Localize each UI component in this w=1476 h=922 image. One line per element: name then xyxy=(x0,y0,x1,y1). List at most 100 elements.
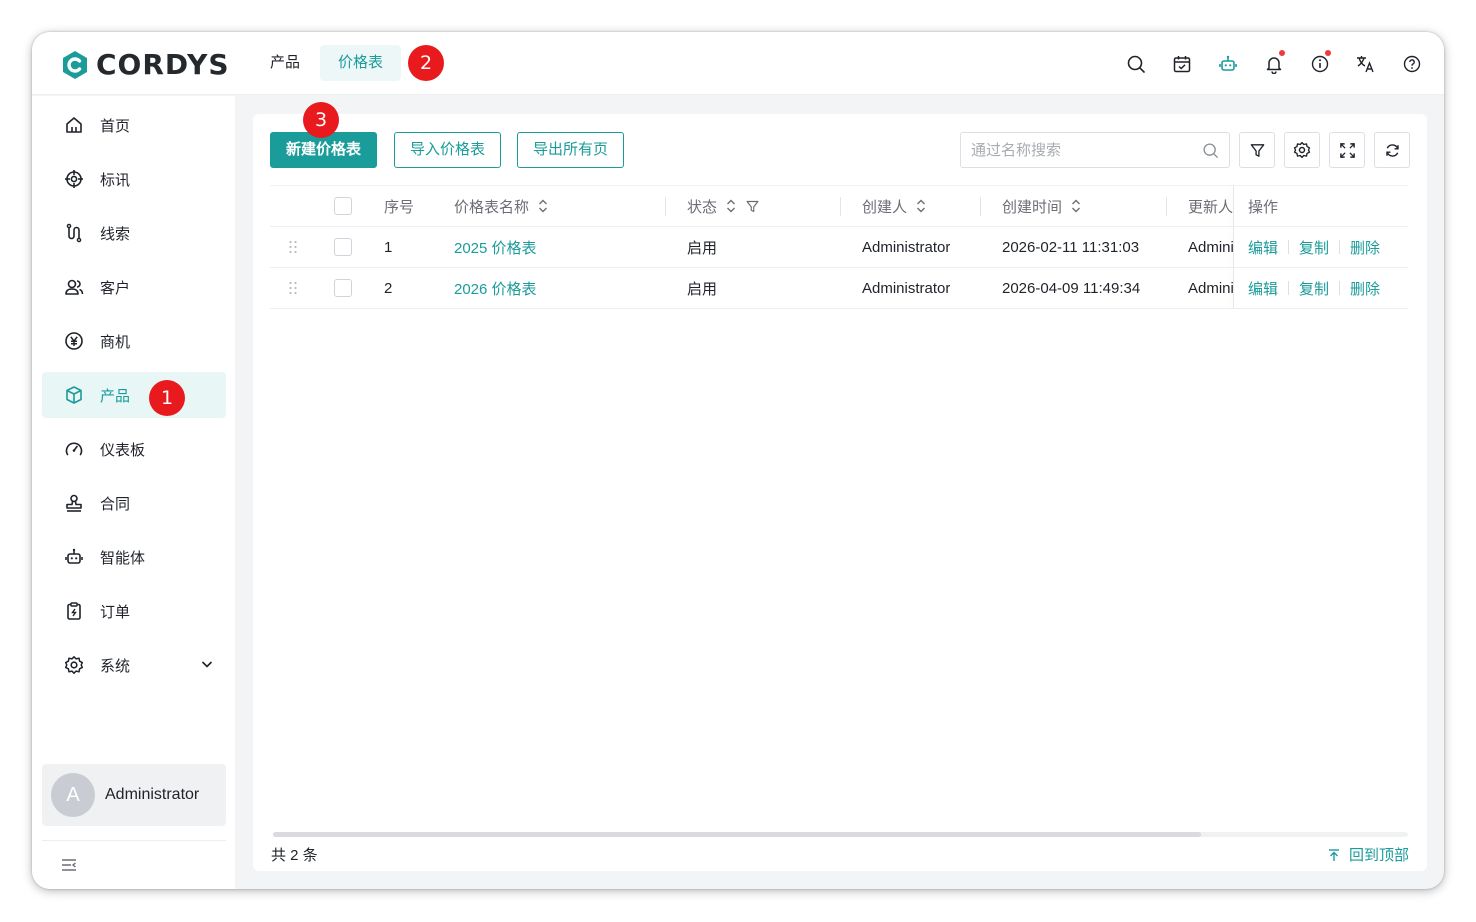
robot-icon xyxy=(65,548,83,564)
column-header-label: 价格表名称 xyxy=(454,198,530,216)
horizontal-scrollbar[interactable] xyxy=(273,832,1201,837)
customer-icon xyxy=(65,279,84,295)
sidebar-divider xyxy=(42,840,226,841)
info-icon[interactable] xyxy=(1306,50,1334,78)
row-checkbox[interactable] xyxy=(334,279,352,297)
sidebar-item-agents[interactable]: 智能体 xyxy=(42,534,226,580)
row-created-at: 2026-02-11 11:31:03 xyxy=(1002,238,1140,256)
sidebar-item-leads[interactable]: 线索 xyxy=(42,210,226,256)
target-icon xyxy=(65,170,83,188)
column-separator xyxy=(665,197,666,216)
sort-icon[interactable] xyxy=(537,198,549,214)
arrow-up-icon xyxy=(1328,848,1339,861)
search-icon[interactable] xyxy=(1122,50,1150,78)
sidebar-item-dashboard[interactable]: 仪表板 xyxy=(42,426,226,472)
gear-icon xyxy=(1293,141,1311,159)
select-all-checkbox[interactable] xyxy=(334,197,352,215)
import-price-list-button[interactable]: 导入价格表 xyxy=(394,132,502,168)
column-header-actions: 操作 xyxy=(1248,198,1279,216)
collapse-menu-icon[interactable] xyxy=(60,856,78,874)
sort-icon[interactable] xyxy=(1070,198,1082,214)
bell-icon[interactable] xyxy=(1260,50,1288,78)
sidebar-item-label: 标讯 xyxy=(100,171,131,189)
top-header: CORDYS 产品 价格表 2 xyxy=(32,32,1444,95)
row-creator: Administrator xyxy=(862,238,951,256)
action-separator xyxy=(1339,281,1341,295)
edit-button[interactable]: 编辑 xyxy=(1248,237,1278,258)
column-header-updater: 更新人 xyxy=(1188,198,1233,216)
sidebar-item-opportunities[interactable]: 商机 xyxy=(42,318,226,364)
row-index: 1 xyxy=(384,238,393,256)
sort-icon[interactable] xyxy=(725,198,737,214)
search-input[interactable] xyxy=(971,141,1202,159)
column-header-created-at[interactable]: 创建时间 xyxy=(1002,186,1082,226)
column-header-label: 状态 xyxy=(687,198,718,216)
export-all-pages-button[interactable]: 导出所有页 xyxy=(517,132,625,168)
row-created-at: 2026-04-09 11:49:34 xyxy=(1002,279,1141,297)
sidebar-item-label: 产品 xyxy=(100,387,131,405)
sidebar-item-customers[interactable]: 客户 xyxy=(42,264,226,310)
sidebar-item-label: 智能体 xyxy=(100,549,146,567)
row-status: 启用 xyxy=(687,239,718,257)
fullscreen-button[interactable] xyxy=(1329,132,1365,168)
filter-icon[interactable] xyxy=(745,199,760,214)
annotation-badge-3: 3 xyxy=(303,102,339,138)
avatar: A xyxy=(51,773,95,817)
app-window: CORDYS 产品 价格表 2 首页 标讯 线索 客户 商机 产品 1 仪表板 … xyxy=(32,32,1444,889)
column-header-creator[interactable]: 创建人 xyxy=(862,186,927,226)
refresh-button[interactable] xyxy=(1374,132,1410,168)
stamp-icon xyxy=(66,494,82,512)
delete-button[interactable]: 删除 xyxy=(1350,278,1380,299)
row-index: 2 xyxy=(384,279,393,297)
copy-button[interactable]: 复制 xyxy=(1299,278,1329,299)
delete-button[interactable]: 删除 xyxy=(1350,237,1380,258)
table-row: 2 2026 价格表 启用 Administrator 2026-04-09 1… xyxy=(270,268,1408,309)
box-icon xyxy=(66,386,82,404)
tab-product[interactable]: 产品 xyxy=(252,45,318,81)
header-icons xyxy=(1122,50,1426,78)
copy-button[interactable]: 复制 xyxy=(1299,237,1329,258)
sidebar-item-products[interactable]: 产品 xyxy=(42,372,226,418)
sidebar-item-home[interactable]: 首页 xyxy=(42,102,226,148)
sidebar-item-orders[interactable]: 订单 xyxy=(42,588,226,634)
settings-button[interactable] xyxy=(1284,132,1320,168)
row-checkbox[interactable] xyxy=(334,238,352,256)
sidebar-item-label: 首页 xyxy=(100,117,131,135)
sidebar-item-label: 合同 xyxy=(100,495,131,513)
notification-dot xyxy=(1279,50,1285,56)
sidebar-item-system[interactable]: 系统 xyxy=(42,642,226,688)
robot-icon[interactable] xyxy=(1214,50,1242,78)
user-card[interactable]: A Administrator xyxy=(42,764,226,826)
column-header-status[interactable]: 状态 xyxy=(687,186,760,226)
drag-handle-icon[interactable] xyxy=(288,227,298,267)
column-header-index: 序号 xyxy=(384,198,415,216)
column-separator xyxy=(840,197,841,216)
filter-icon xyxy=(1250,143,1264,157)
fixed-column-divider xyxy=(1233,185,1234,309)
price-list-name-link[interactable]: 2025 价格表 xyxy=(454,227,537,267)
logo: CORDYS xyxy=(60,48,230,81)
column-header-label: 创建时间 xyxy=(1002,198,1063,216)
filter-button[interactable] xyxy=(1239,132,1275,168)
calendar-icon[interactable] xyxy=(1168,50,1196,78)
edit-button[interactable]: 编辑 xyxy=(1248,278,1278,299)
row-actions: 编辑 复制 删除 xyxy=(1248,268,1380,308)
chevron-down-icon xyxy=(201,661,213,668)
sidebar-item-bids[interactable]: 标讯 xyxy=(42,156,226,202)
help-icon[interactable] xyxy=(1398,50,1426,78)
action-separator xyxy=(1339,240,1341,254)
search-icon[interactable] xyxy=(1202,142,1219,159)
sidebar-item-label: 仪表板 xyxy=(100,441,146,459)
back-to-top-button[interactable]: 回到顶部 xyxy=(1327,844,1409,865)
refresh-icon xyxy=(1385,143,1399,157)
column-header-name[interactable]: 价格表名称 xyxy=(454,186,549,226)
drag-handle-icon[interactable] xyxy=(288,268,298,308)
info-dot xyxy=(1325,50,1331,56)
translate-icon[interactable] xyxy=(1352,50,1380,78)
action-separator xyxy=(1288,281,1290,295)
clue-icon xyxy=(66,223,82,243)
tab-price-list[interactable]: 价格表 xyxy=(320,45,402,81)
price-list-name-link[interactable]: 2026 价格表 xyxy=(454,268,537,308)
sort-icon[interactable] xyxy=(915,198,927,214)
sidebar-item-contracts[interactable]: 合同 xyxy=(42,480,226,526)
